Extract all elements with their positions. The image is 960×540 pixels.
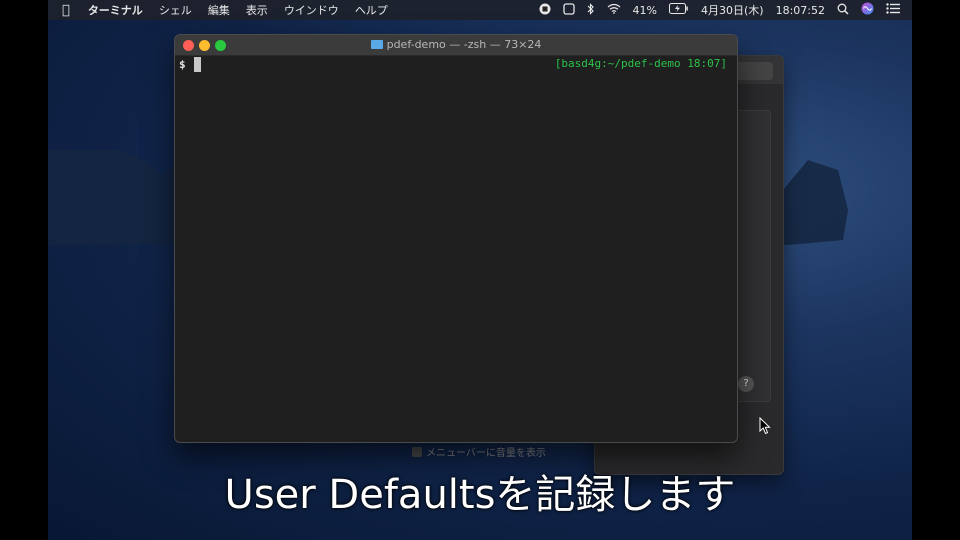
menu-view[interactable]: 表示: [238, 2, 276, 18]
help-button[interactable]: ?: [738, 376, 754, 392]
terminal-title: pdef-demo — -zsh — 73×24: [175, 35, 737, 55]
menu-time[interactable]: 18:07:52: [770, 4, 831, 17]
screen-mirroring-icon[interactable]: [557, 2, 581, 18]
checkbox-box[interactable]: [412, 446, 422, 457]
video-subtitle: User Defaultsを記録します: [224, 472, 736, 518]
battery-icon[interactable]: [663, 3, 695, 17]
notification-center-icon[interactable]: [880, 3, 906, 17]
status-area: 41% 4月30日(木) 18:07:52: [533, 0, 906, 20]
menu-app-name[interactable]: ターミナル: [80, 2, 151, 18]
wifi-icon[interactable]: [601, 3, 627, 17]
spotlight-search-icon[interactable]: [831, 3, 855, 18]
menu-help[interactable]: ヘルプ: [347, 2, 396, 18]
terminal-window[interactable]: pdef-demo — -zsh — 73×24 $ [basd4g:~/pde…: [174, 34, 738, 443]
shell-prompt: $: [179, 58, 186, 71]
apple-menu-icon[interactable]: : [48, 3, 80, 18]
menu-date[interactable]: 4月30日(木): [695, 2, 770, 18]
menu-shell[interactable]: シェル: [151, 2, 200, 18]
menu-edit[interactable]: 編集: [200, 2, 238, 18]
record-stop-icon[interactable]: [533, 3, 557, 18]
folder-icon: [370, 40, 383, 49]
mouse-pointer-icon: [759, 417, 771, 435]
menu-window[interactable]: ウインドウ: [276, 2, 347, 18]
right-prompt: [basd4g:~/pdef-demo 18:07]: [554, 57, 727, 70]
text-cursor: [194, 57, 201, 72]
menu-bar:  ターミナル シェル 編集 表示 ウインドウ ヘルプ 41% 4月30日(木): [48, 0, 912, 20]
show-volume-in-menubar-checkbox[interactable]: メニューバーに音量を表示: [412, 444, 546, 459]
terminal-body[interactable]: $ [basd4g:~/pdef-demo 18:07]: [175, 56, 737, 442]
checkbox-label: メニューバーに音量を表示: [426, 448, 546, 459]
siri-icon[interactable]: [855, 2, 880, 18]
battery-percent[interactable]: 41%: [627, 4, 663, 17]
terminal-titlebar[interactable]: pdef-demo — -zsh — 73×24: [175, 35, 737, 56]
terminal-title-text: pdef-demo — -zsh — 73×24: [386, 38, 542, 51]
bluetooth-icon[interactable]: [581, 2, 601, 18]
